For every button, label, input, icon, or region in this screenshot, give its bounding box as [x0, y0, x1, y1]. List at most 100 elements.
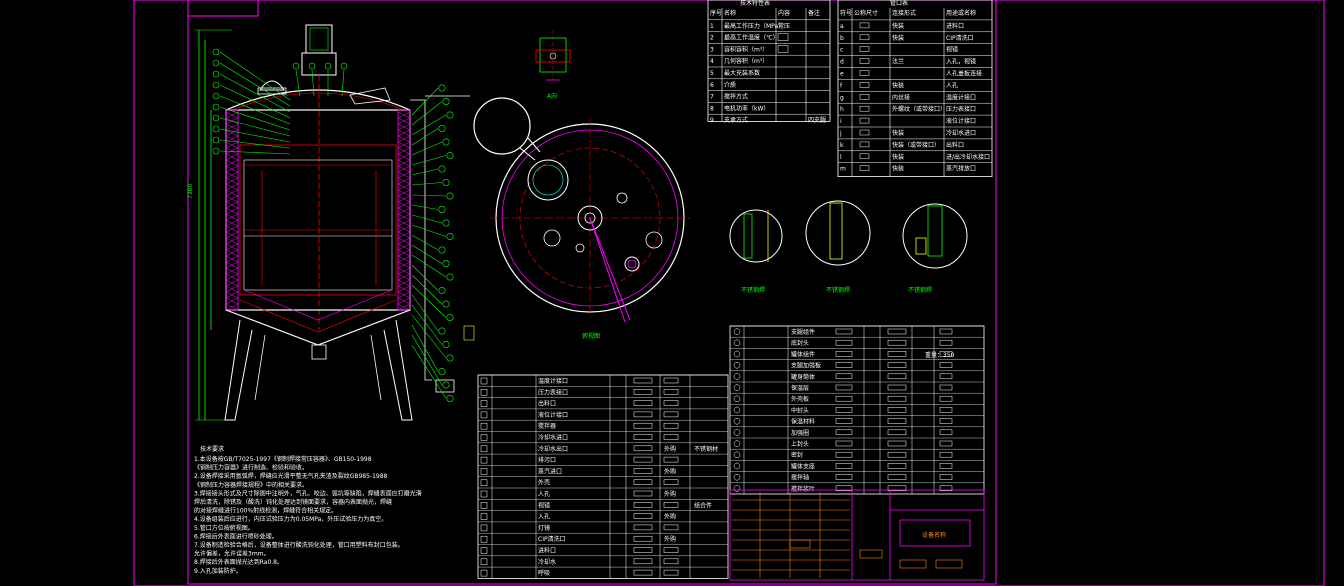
tech-table-cell: 9 — [710, 117, 714, 124]
overall-height-dimension: 7300 — [187, 184, 194, 199]
parts-lower-row: 出料口 — [538, 400, 556, 408]
parts-upper-row: 支腿加强板 — [791, 362, 821, 370]
parts-lower-row: 视镜 — [538, 501, 550, 509]
parts-list-lower: 温度计接口压力表接口出料口液位计接口搅拌器冷却水进口冷却水出口 外购排污口蒸汽进口… — [477, 374, 729, 579]
nozzle-table-cell: h — [840, 106, 844, 113]
nozzle-table-cell: l — [840, 154, 842, 161]
parts-upper-row: 外壳板 — [791, 395, 809, 403]
tech-table-cell: 常压 — [778, 22, 790, 30]
nozzle-table-cell: 快装（或带接口） — [892, 141, 940, 149]
notes-line: 1.本设备按GB/T7025-1997《钢制焊接常压容器》、GB150-1998 — [194, 455, 372, 463]
parts-lower-row: 入孔 — [538, 513, 550, 521]
nozzle-table-cell: 冷却水进口 — [946, 129, 976, 137]
tech-table-title: 技术特性表 — [740, 0, 770, 7]
parts-lower-row: 液位计接口 — [538, 411, 568, 419]
nozzle-table-cell: 法兰 — [892, 58, 904, 66]
parts-lower-row: 灯镜 — [538, 524, 550, 532]
nozzle-table-header: 连接形式 — [892, 9, 916, 17]
notes-line: 9.入孔加装防护。 — [194, 567, 242, 575]
nozzle-table-cell: 快装 — [892, 165, 904, 173]
nozzle-table-cell: c — [840, 47, 843, 54]
parts-lower-material: 外购 — [664, 445, 676, 453]
nozzle-table-cell: 蒸汽排放口 — [946, 165, 976, 173]
tech-table-header: 序号 — [710, 9, 722, 17]
tech-table-cell: 介质 — [724, 81, 736, 89]
tech-table-header: 内容 — [778, 9, 790, 17]
weld-label-3: 不锈钢焊 — [908, 286, 932, 294]
technical-notes: 技术要求 1.本设备按GB/T7025-1997《钢制焊接常压容器》、GB150… — [194, 445, 422, 575]
drawing-sheet: 7300 A向 俯视图 不锈钢焊 不锈钢焊 不锈钢焊 技术特性表序号 名称 内容… — [133, 0, 1325, 586]
nozzle-table-cell: 快装 — [892, 129, 904, 137]
nozzle-table-cell: 入孔，视镜 — [946, 58, 976, 66]
nozzle-table-cell: 液位计接口 — [946, 117, 976, 125]
nozzle-table: 管口表符号 公称尺寸 连接形式 用途或名称 a 快装 进料口 b 快装 CIP清洗口 c 视镜 d 法兰 入… — [837, 0, 993, 178]
parts-upper-row: 保温层 — [791, 384, 809, 392]
weld-label-1: 不锈钢焊 — [741, 286, 765, 294]
tech-table-cell: 容积容积（m³） — [724, 45, 768, 53]
notes-heading: 技术要求 — [200, 445, 224, 453]
tech-table-cell: 几何容积（m³） — [724, 57, 768, 65]
nozzle-table-title: 管口表 — [890, 0, 908, 7]
nozzle-table-cell: 快装 — [892, 22, 904, 30]
parts-lower-row: 蒸汽进口 — [538, 467, 562, 475]
nozzle-table-cell: 快装 — [892, 34, 904, 42]
sheet-corner-box — [187, 0, 259, 17]
tech-table-cell: 1 — [710, 23, 714, 30]
tank-plan-view: 俯视图 — [473, 97, 690, 340]
nozzle-table-cell: d — [840, 59, 844, 66]
tank-elevation-view: 7300 — [187, 24, 475, 421]
tech-table-cell: 最高工作压力（MPa） — [724, 22, 784, 30]
nozzle-table-cell: 出料口 — [946, 141, 964, 149]
section-a-label: A向 — [547, 92, 557, 100]
notes-line: 焊后清洗，除锈及（酸洗）钝化处理达到镜面要求，容器内表面抛光，焊缝 — [194, 498, 392, 506]
parts-upper-row: 罐身筒体 — [791, 373, 815, 381]
parts-lower-note: 不锈钢材 — [694, 445, 718, 453]
weld-details: 不锈钢焊 不锈钢焊 不锈钢焊 — [729, 200, 968, 294]
tech-spec-table: 技术特性表序号 名称 内容 备注 1 最高工作压力（MPa）常压 2 最高工作温度（℃） 3 容积… — [707, 0, 831, 124]
nozzle-table-cell: 快装 — [892, 153, 904, 161]
tech-table-cell: 8 — [710, 105, 714, 112]
nozzle-table-cell: 快装 — [892, 81, 904, 89]
parts-lower-row: 外壳 — [538, 479, 550, 487]
tech-table-cell: 搅拌方式 — [724, 93, 748, 101]
nozzle-table-cell: 进料口 — [946, 22, 964, 30]
nozzle-table-cell: a — [840, 23, 844, 30]
parts-upper-row: 支腿组件 — [791, 328, 815, 336]
parts-lower-material: 外购 — [664, 467, 676, 475]
nozzle-table-header: 符号 — [840, 9, 852, 17]
tech-table-cell: 支承方式 — [724, 116, 748, 124]
notes-line: 4.设备组装后应进行，内压试验压力为0.05MPa，外压试验压力为真空。 — [194, 515, 387, 523]
weld-label-2: 不锈钢焊 — [826, 286, 850, 294]
title-block: 设备名称 — [729, 489, 985, 581]
section-a-detail: A向 — [535, 30, 571, 100]
tech-table-cell: 3 — [710, 46, 714, 53]
weight-label: 重量：350 — [925, 351, 955, 359]
title-block-name: 设备名称 — [922, 531, 946, 539]
notes-line: 6.焊接后外表面进行喷砂处理。 — [194, 532, 278, 540]
tech-table-cell: 6 — [710, 82, 714, 89]
parts-lower-row: 人孔 — [538, 490, 550, 498]
nozzle-table-cell: 温度计接口 — [946, 93, 976, 101]
nozzle-table-cell: 外螺纹（或带接口） — [892, 105, 946, 113]
parts-upper-row: 加强圈 — [791, 429, 809, 437]
parts-lower-row: 进料口 — [538, 547, 556, 555]
nozzle-table-cell: 内丝接 — [892, 93, 910, 101]
tech-table-cell: 7 — [710, 94, 714, 101]
tech-table-cell: 最高工作温度（℃） — [724, 34, 779, 42]
notes-line: 《钢制压力容器焊接规程》中的相关要求。 — [194, 481, 308, 489]
nozzle-table-cell: CIP清洗口 — [946, 34, 974, 42]
parts-lower-row: 搅拌器 — [538, 422, 556, 430]
nozzle-table-cell: 进/出冷却水接口 — [946, 153, 990, 161]
parts-lower-row: 冷却水进口 — [538, 434, 568, 442]
parts-lower-note: 组合件 — [694, 501, 712, 509]
parts-lower-row: 温度计接口 — [538, 377, 568, 385]
tech-table-cell: 2 — [710, 35, 714, 42]
nozzle-table-cell: f — [840, 82, 843, 89]
parts-upper-row: 保温材料 — [791, 418, 815, 426]
nozzle-table-cell: 视镜 — [946, 46, 958, 54]
nozzle-table-header: 公称尺寸 — [854, 9, 878, 17]
notes-line: 《钢制压力容器》进行制造、检验和验收。 — [194, 464, 308, 472]
nozzle-table-cell: k — [840, 142, 844, 149]
tech-table-cell: 最大充装系数 — [724, 69, 760, 77]
notes-line: 7.设备制造检验合格后，设备整体进行酸洗钝化处理，管口用塑料布封口包装。 — [194, 541, 404, 549]
